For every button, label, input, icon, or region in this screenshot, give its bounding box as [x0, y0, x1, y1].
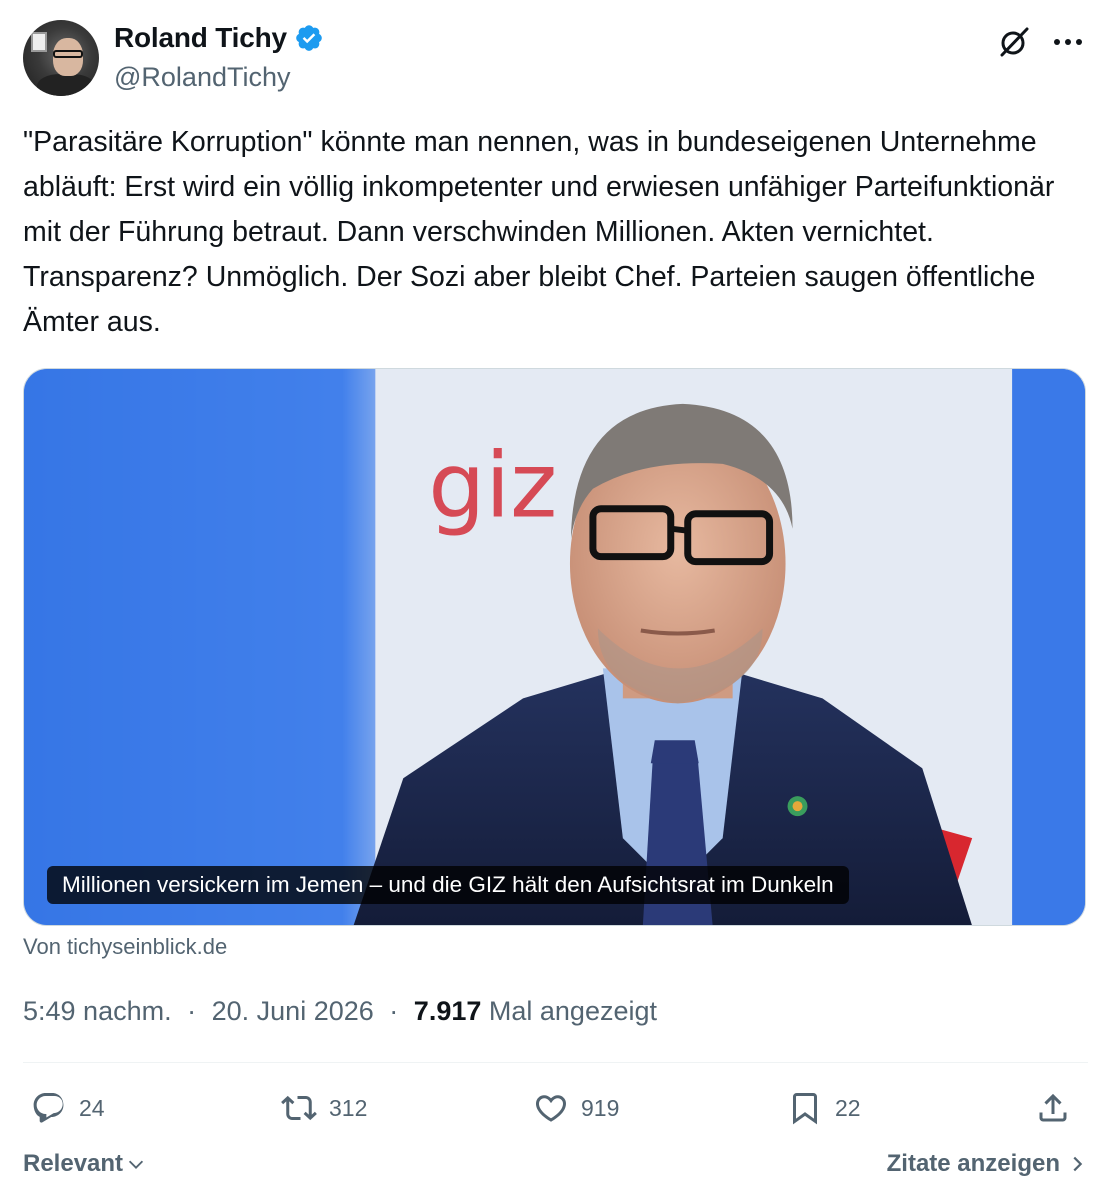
grok-icon: [1000, 27, 1029, 57]
more-horizontal-icon: [1054, 39, 1082, 45]
tweet-date[interactable]: 20. Juni 2026: [212, 996, 374, 1026]
heart-icon: [535, 1095, 567, 1122]
tweet-text: "Parasitäre Korruption" könnte man nenne…: [23, 126, 1055, 338]
like-count: 919: [581, 1094, 620, 1121]
link-card[interactable]: giz Millionen versickern im Jemen – und …: [23, 368, 1086, 926]
share-button[interactable]: [1035, 1084, 1071, 1132]
bookmark-button[interactable]: 22: [787, 1084, 861, 1132]
tweet-header: Roland Tichy @RolandTichy: [23, 20, 1088, 100]
view-quotes-link[interactable]: Zitate anzeigen: [887, 1150, 1088, 1178]
avatar[interactable]: [23, 20, 99, 96]
author-name-row: Roland Tichy: [114, 22, 324, 54]
repost-count: 312: [329, 1094, 368, 1121]
repost-icon: [281, 1095, 317, 1121]
tweet-meta: 5:49 nachm. · 20. Juni 2026 · 7.917 Mal …: [23, 996, 657, 1027]
verified-badge-icon: [296, 25, 322, 51]
bookmark-count: 22: [835, 1094, 861, 1121]
replies-footer: Relevant Zitate anzeigen: [23, 1150, 1088, 1184]
bookmark-icon: [793, 1093, 817, 1125]
grok-button[interactable]: [996, 24, 1032, 60]
action-bar: 24 312 919 22: [23, 1084, 1088, 1132]
avatar-background-frame: [31, 32, 47, 52]
share-icon: [1039, 1093, 1067, 1122]
reply-button[interactable]: 24: [31, 1084, 105, 1132]
like-button[interactable]: 919: [533, 1084, 619, 1132]
article-photo: giz: [24, 369, 1085, 925]
tweet-time[interactable]: 5:49 nachm.: [23, 996, 172, 1026]
views-count: 7.917: [413, 996, 482, 1026]
meta-separator: ·: [389, 996, 399, 1026]
author-handle[interactable]: @RolandTichy: [114, 62, 290, 93]
repost-button[interactable]: 312: [281, 1084, 367, 1132]
chevron-down-icon: [128, 1160, 144, 1169]
avatar-shirt: [37, 74, 95, 96]
avatar-glasses: [53, 50, 83, 58]
card-title[interactable]: Millionen versickern im Jemen – und die …: [47, 866, 849, 904]
card-source[interactable]: Von tichyseinblick.de: [23, 934, 227, 960]
giz-sign-text: giz: [428, 435, 557, 539]
divider: [23, 1062, 1088, 1063]
more-options-button[interactable]: [1048, 24, 1088, 60]
author-display-name[interactable]: Roland Tichy: [114, 22, 287, 54]
reply-icon: [33, 1093, 64, 1123]
views-label: Mal angezeigt: [488, 996, 657, 1026]
quotes-label: Zitate anzeigen: [886, 1150, 1060, 1177]
reply-count: 24: [79, 1094, 105, 1121]
sort-label: Relevant: [23, 1150, 124, 1177]
chevron-right-icon: [1073, 1156, 1083, 1172]
meta-separator: ·: [187, 996, 197, 1026]
sort-replies-dropdown[interactable]: Relevant: [23, 1150, 147, 1178]
